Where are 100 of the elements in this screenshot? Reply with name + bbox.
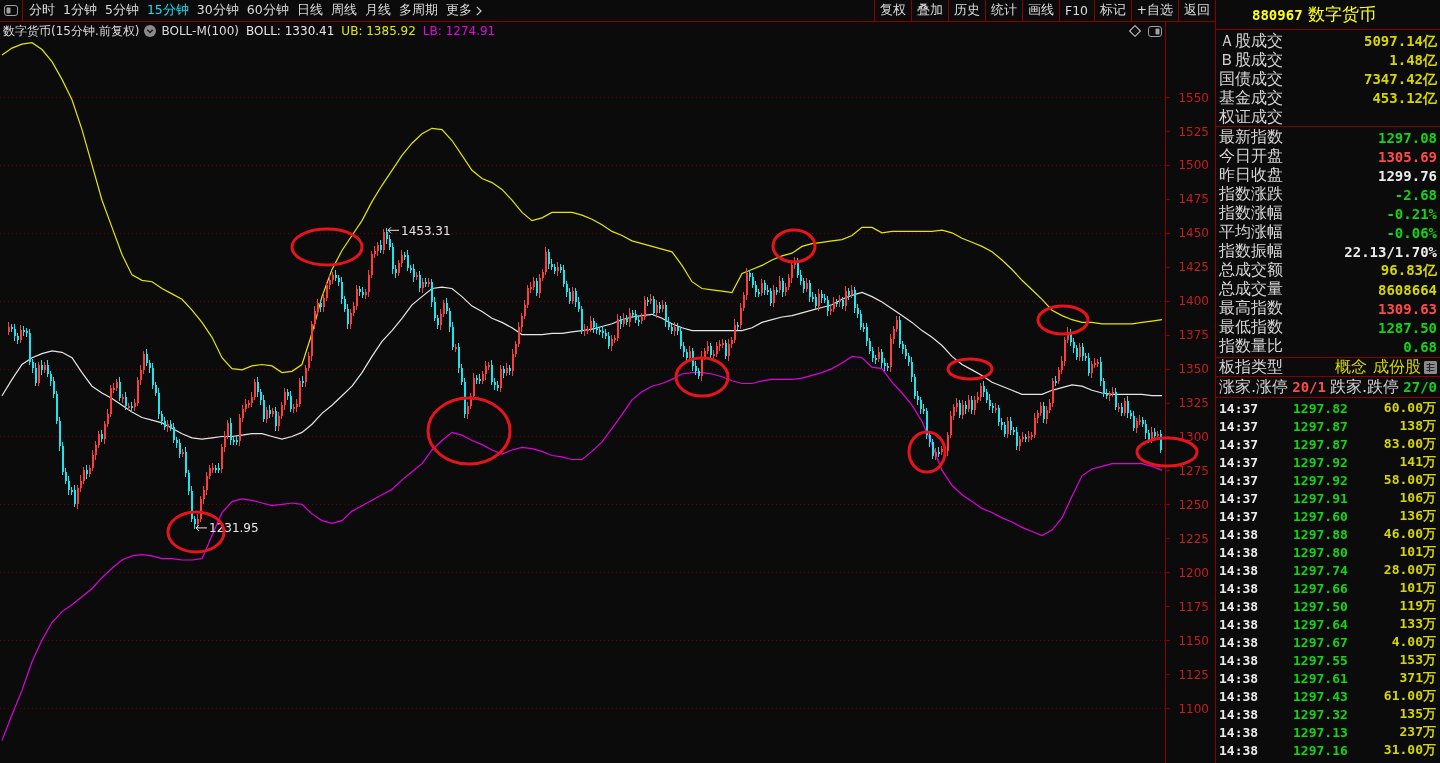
- stat-value: -2.68: [1394, 186, 1437, 203]
- tick-time: 14:38: [1219, 670, 1260, 686]
- toolbar-button[interactable]: 统计: [984, 0, 1022, 21]
- toolbar-button[interactable]: F10: [1058, 0, 1094, 21]
- tick-price: 1297.67: [1293, 634, 1349, 650]
- stat-label: 总成交量: [1219, 279, 1283, 299]
- stat-value: 1305.69: [1378, 148, 1437, 165]
- tick-volume: 83.00万: [1383, 435, 1436, 453]
- period-tab[interactable]: 15分钟: [142, 0, 193, 21]
- tick-time: 14:38: [1219, 544, 1260, 560]
- stat-label: 平均涨幅: [1219, 222, 1283, 243]
- tick-price: 1297.87: [1293, 418, 1349, 434]
- tick-time: 14:38: [1219, 526, 1260, 542]
- axis-label: 1450: [1178, 226, 1209, 241]
- diamond-icon[interactable]: [1129, 25, 1141, 37]
- tick-time: 14:37: [1219, 418, 1260, 434]
- stat-label: 国债成交: [1219, 69, 1283, 89]
- toolbar-button[interactable]: 历史: [947, 0, 985, 21]
- period-tab[interactable]: 5分钟: [100, 0, 143, 21]
- stat-value: 22.13/1.70%: [1344, 243, 1437, 260]
- breadth-label: 涨家.涨停: [1219, 376, 1289, 398]
- stat-label: 指数涨幅: [1219, 203, 1283, 224]
- stat-label: 指数量比: [1219, 336, 1283, 357]
- axis-label: 1125: [1178, 667, 1209, 682]
- axis-label: 1425: [1178, 260, 1209, 275]
- period-tab[interactable]: 多周期: [394, 0, 442, 21]
- list-icon[interactable]: [1424, 360, 1437, 374]
- period-tab[interactable]: 1分钟: [59, 0, 101, 21]
- index-code: 880967: [1252, 6, 1303, 23]
- sector-type-value: 概念: [1335, 356, 1367, 378]
- period-tab[interactable]: 周线: [326, 0, 361, 21]
- stat-value: -0.21%: [1386, 205, 1437, 222]
- tick-time: 14:37: [1219, 508, 1260, 524]
- price-label: 1453.31: [401, 223, 451, 238]
- tick-volume: 237万: [1399, 723, 1436, 741]
- toolbar-button[interactable]: 复权: [873, 0, 911, 21]
- tick-price: 1297.32: [1293, 706, 1349, 722]
- tick-time: 14:38: [1219, 634, 1260, 650]
- tick-price: 1297.60: [1293, 508, 1349, 524]
- tick-price: 1297.92: [1293, 454, 1349, 470]
- highlight-ellipse: [946, 357, 994, 381]
- dropdown-icon[interactable]: [144, 25, 157, 37]
- tick-time: 14:38: [1219, 580, 1260, 596]
- tick-price: 1297.13: [1293, 724, 1349, 740]
- period-tab[interactable]: 60分钟: [242, 0, 293, 21]
- tick-volume: 136万: [1399, 507, 1436, 525]
- pointer-arrow: [387, 226, 400, 234]
- tick-price: 1297.64: [1293, 616, 1349, 632]
- tick-price: 1297.66: [1293, 580, 1349, 596]
- panel-toggle-icon[interactable]: [4, 5, 18, 16]
- tick-volume: 101万: [1399, 543, 1436, 561]
- stat-value: 8608664: [1378, 281, 1437, 298]
- period-tab[interactable]: 分时: [25, 0, 59, 21]
- stat-label: 昨日收盘: [1219, 165, 1283, 186]
- toolbar-button[interactable]: 画线: [1021, 0, 1059, 21]
- axis-label: 1525: [1178, 124, 1209, 139]
- period-tab[interactable]: 30分钟: [192, 0, 243, 21]
- panel-toggle-icon[interactable]: [1148, 25, 1162, 37]
- tick-time: 14:37: [1219, 490, 1260, 506]
- highlight-ellipse: [771, 228, 817, 264]
- axis-label: 1200: [1178, 565, 1209, 580]
- tick-time: 14:38: [1219, 562, 1260, 578]
- stat-label: 最新指数: [1219, 127, 1283, 148]
- toolbar-button[interactable]: 返回: [1178, 0, 1215, 21]
- toolbar-button[interactable]: 标记: [1093, 0, 1131, 21]
- pointer-arrow: [195, 524, 208, 532]
- stat-label: 总成交额: [1219, 260, 1283, 280]
- tick-price: 1297.88: [1293, 526, 1349, 542]
- tick-price: 1297.74: [1293, 562, 1349, 578]
- axis-label: 1175: [1178, 599, 1209, 614]
- tick-volume: 138万: [1399, 417, 1436, 435]
- tick-time: 14:38: [1219, 724, 1260, 740]
- tick-time: 14:38: [1219, 616, 1260, 632]
- stat-value: 1299.76: [1378, 167, 1437, 184]
- stat-value: 1309.63: [1378, 300, 1437, 317]
- tick-volume: 133万: [1399, 615, 1436, 633]
- stat-value: 453.12亿: [1372, 89, 1437, 108]
- constituents-link[interactable]: 成份股: [1373, 356, 1421, 378]
- tick-price: 1297.87: [1293, 436, 1349, 452]
- axis-label: 1475: [1178, 192, 1209, 207]
- period-tab[interactable]: 月线: [360, 0, 395, 21]
- tick-time: 14:37: [1219, 436, 1260, 452]
- tick-time: 14:38: [1219, 706, 1260, 722]
- tick-volume: 4.00万: [1391, 633, 1436, 651]
- more-button[interactable]: 更多: [441, 0, 486, 21]
- axis-label: 1100: [1178, 701, 1209, 716]
- tick-volume: 61.00万: [1383, 687, 1436, 705]
- period-tab[interactable]: 日线: [292, 0, 327, 21]
- indicator-reading: LB: 1274.91: [422, 24, 496, 38]
- toolbar-button[interactable]: +自选: [1130, 0, 1178, 21]
- axis-label: 1275: [1178, 463, 1209, 478]
- toolbar-button[interactable]: 叠加: [910, 0, 948, 21]
- axis-label: 1325: [1178, 396, 1209, 410]
- stat-label: 基金成交: [1219, 88, 1283, 108]
- tick-price: 1297.92: [1293, 472, 1349, 488]
- tick-volume: 141万: [1399, 453, 1436, 471]
- tick-volume: 153万: [1399, 651, 1436, 669]
- tick-volume: 119万: [1399, 597, 1436, 615]
- stat-label: 权证成交: [1219, 107, 1283, 128]
- stat-value: 1297.08: [1378, 129, 1437, 146]
